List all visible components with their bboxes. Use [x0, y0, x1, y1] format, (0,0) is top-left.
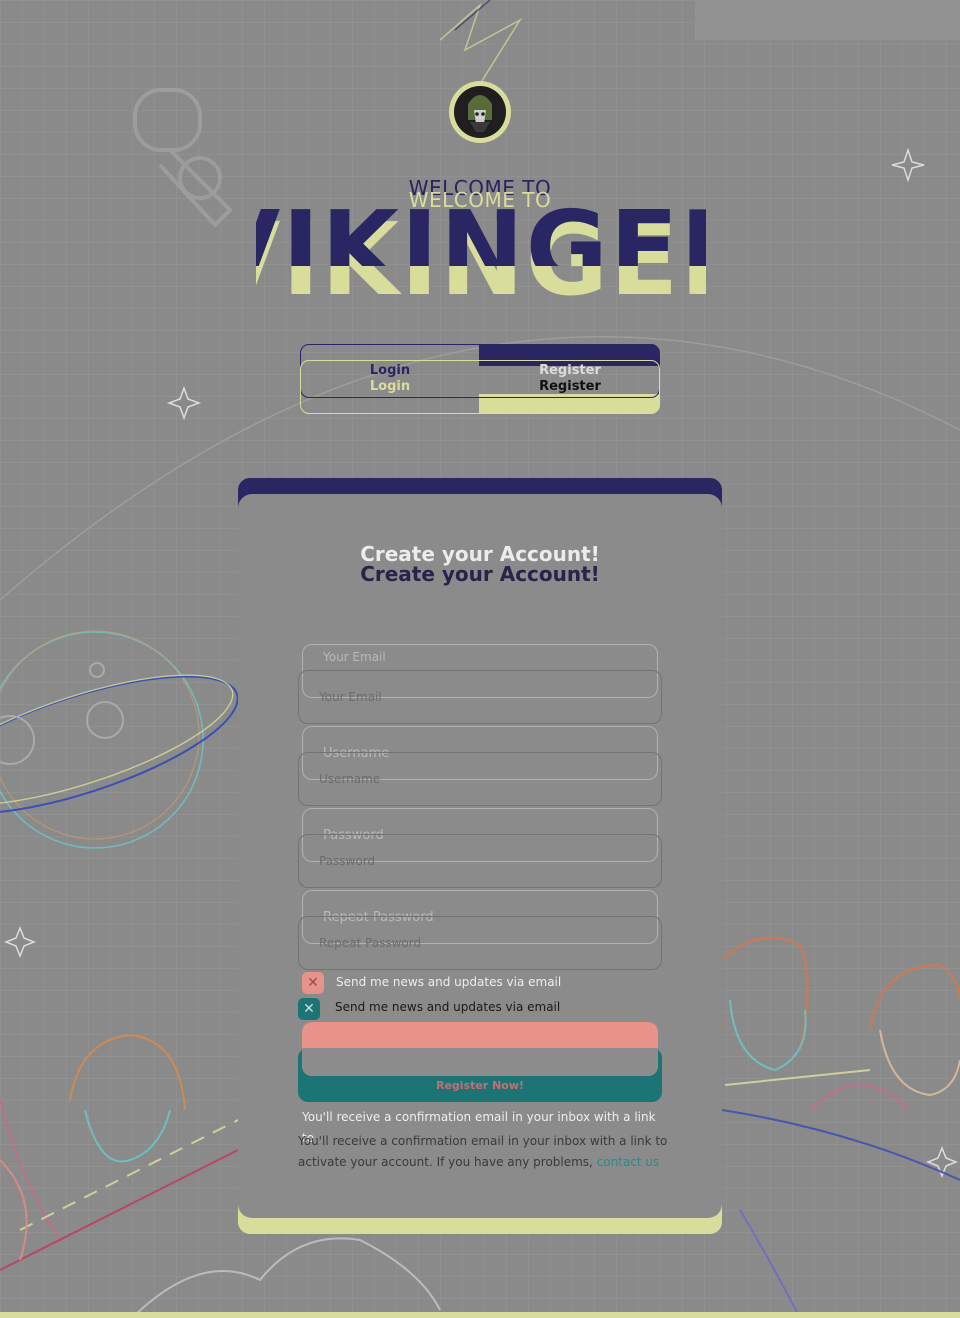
confirmation-note-line1-shadow: You'll receive a confirmation email in y…: [298, 1134, 668, 1148]
logo-icon: [449, 81, 511, 143]
confirmation-note-shadow: You'll receive a confirmation email in y…: [298, 1131, 678, 1173]
confirmation-note-line2: activate your account. If you have any p…: [298, 1155, 593, 1169]
repeat-password-field-shadow[interactable]: [298, 916, 662, 970]
newsletter-label[interactable]: Send me news and updates via email: [336, 975, 561, 989]
newsletter-checkbox-shadow[interactable]: ✕: [298, 998, 320, 1020]
tab-login[interactable]: Login: [300, 363, 480, 378]
newsletter-label-shadow[interactable]: Send me news and updates via email: [335, 1000, 560, 1014]
button-overlap-band: [302, 1048, 658, 1076]
contact-us-link[interactable]: contact us: [597, 1155, 660, 1169]
brand-wordmark: VIKINGER VIKINGER: [256, 204, 706, 304]
tab-register-shadow[interactable]: Register: [480, 379, 660, 394]
x-mark-icon: ✕: [303, 1001, 315, 1017]
tab-register[interactable]: Register: [480, 363, 660, 378]
password-field-shadow[interactable]: [298, 834, 662, 888]
form-title-shadow: Create your Account!: [360, 562, 600, 586]
username-field-shadow[interactable]: [298, 752, 662, 806]
email-field-shadow[interactable]: [298, 670, 662, 724]
x-mark-icon: ✕: [307, 975, 319, 991]
bottom-accent-strip: [0, 1312, 960, 1318]
tab-login-shadow[interactable]: Login: [300, 379, 480, 394]
newsletter-checkbox[interactable]: ✕: [302, 972, 324, 994]
